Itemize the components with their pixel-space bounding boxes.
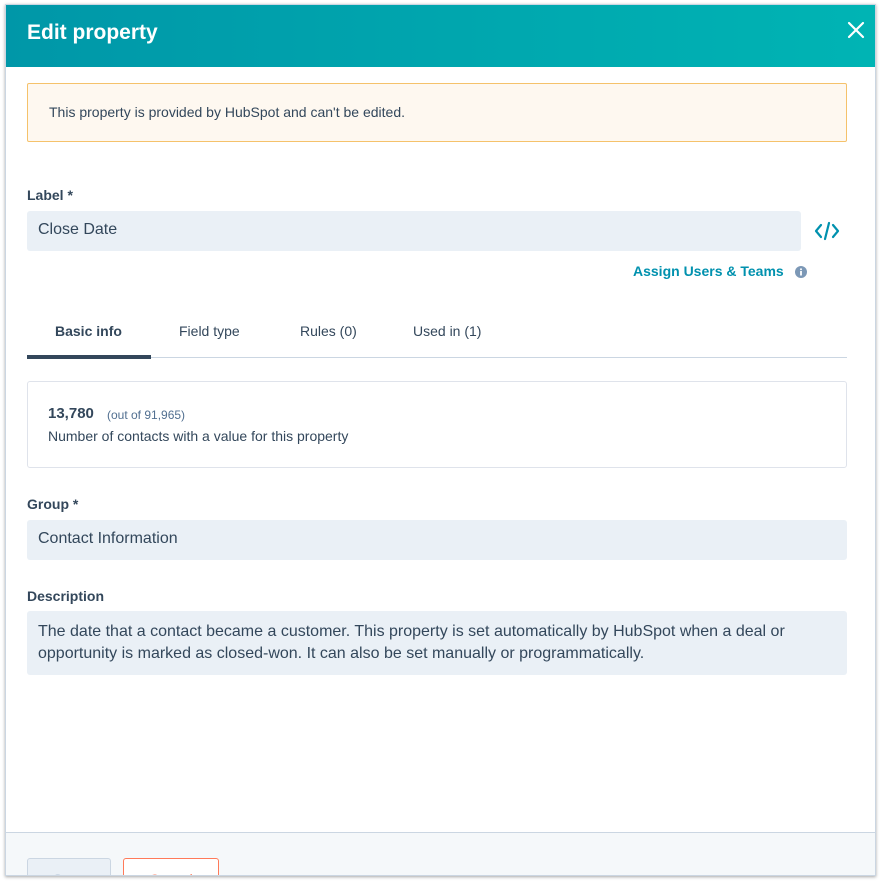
cancel-button[interactable]: Cancel bbox=[123, 858, 219, 875]
save-button[interactable]: Save bbox=[27, 858, 111, 875]
tab-used-in[interactable]: Used in (1) bbox=[413, 323, 481, 339]
read-only-alert: This property is provided by HubSpot and… bbox=[27, 83, 847, 142]
usage-count: 13,780 bbox=[48, 405, 94, 422]
group-field-label: Group * bbox=[27, 496, 79, 512]
label-field-label: Label * bbox=[27, 187, 73, 203]
panel-header: Edit property bbox=[6, 5, 875, 67]
alert-text: This property is provided by HubSpot and… bbox=[49, 104, 405, 120]
property-tabs: Basic info Field type Rules (0) Used in … bbox=[27, 311, 847, 359]
usage-caption: Number of contacts with a value for this… bbox=[48, 428, 349, 444]
info-icon[interactable] bbox=[795, 265, 807, 278]
active-tab-indicator bbox=[27, 355, 151, 359]
code-icon[interactable] bbox=[814, 221, 840, 241]
property-usage-card: 13,780 (out of 91,965) Number of contact… bbox=[27, 381, 847, 468]
description-textarea[interactable]: The date that a contact became a custome… bbox=[27, 611, 847, 675]
panel-title: Edit property bbox=[27, 21, 158, 44]
usage-total: (out of 91,965) bbox=[107, 408, 186, 422]
tab-field-type[interactable]: Field type bbox=[179, 323, 240, 339]
panel-footer: Save Cancel bbox=[6, 832, 875, 875]
close-icon[interactable] bbox=[845, 19, 867, 41]
assign-users-teams-link[interactable]: Assign Users & Teams bbox=[633, 263, 784, 279]
tab-rules[interactable]: Rules (0) bbox=[300, 323, 357, 339]
tab-basic-info[interactable]: Basic info bbox=[55, 323, 122, 339]
edit-property-panel: Edit property This property is provided … bbox=[5, 4, 876, 876]
description-field-label: Description bbox=[27, 588, 105, 604]
group-select[interactable]: Contact Information bbox=[27, 520, 847, 560]
label-input[interactable]: Close Date bbox=[27, 211, 801, 251]
